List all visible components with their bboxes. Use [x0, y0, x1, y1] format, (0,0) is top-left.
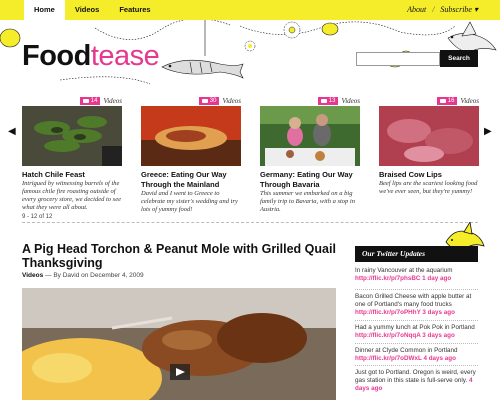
card-description: David and I went to Greece to celebrate … — [141, 190, 238, 213]
bird-icon — [447, 21, 497, 53]
tweet-text: Dinner at Clyde Common in Portland — [355, 347, 458, 354]
tweet-text: Just got to Portland. Oregon is weird, e… — [355, 369, 476, 384]
tweet-divider — [355, 365, 478, 366]
search-input[interactable] — [356, 52, 440, 66]
site-logo[interactable]: Foodtease — [22, 40, 160, 72]
comment-bubble-icon — [82, 98, 89, 103]
card-category[interactable]: Videos — [103, 97, 122, 105]
tweet-link[interactable]: http://flic.kr/p/7phsBC 1 day ago — [355, 275, 451, 282]
card-thumbnail[interactable] — [22, 106, 122, 166]
card-title[interactable]: Hatch Chile Feast — [22, 170, 122, 180]
article-hero-video[interactable] — [22, 288, 336, 400]
nav-home[interactable]: Home — [24, 0, 65, 20]
logo-part-food: Food — [22, 40, 91, 72]
top-bar: Home Videos Features About / Subscribe ▾ — [0, 0, 500, 20]
comment-count-badge[interactable]: 14 — [79, 96, 101, 105]
comment-count-badge[interactable]: 13 — [317, 96, 339, 105]
video-play-icon — [170, 364, 190, 380]
comment-count: 13 — [328, 97, 336, 104]
tweet-link[interactable]: http://flic.kr/p/7oPHhY 3 days ago — [355, 309, 455, 316]
card-thumbnail[interactable] — [141, 106, 241, 166]
article-byline: Videos — By David on December 4, 2009 — [22, 272, 144, 279]
article-byline-text: — By David on December 4, 2009 — [43, 272, 144, 279]
nav-videos[interactable]: Videos — [65, 0, 109, 20]
card-category[interactable]: Videos — [222, 97, 241, 105]
tweet-text: In rainy Vancouver at the aquarium — [355, 267, 453, 274]
card-meta: 14 Videos — [79, 96, 122, 105]
tweet-divider — [355, 343, 478, 344]
article-title[interactable]: A Pig Head Torchon & Peanut Mole with Gr… — [22, 242, 342, 270]
fish-icon — [161, 59, 244, 79]
comment-count: 14 — [90, 97, 98, 104]
section-divider — [22, 222, 478, 223]
card-meta: 13 Videos — [317, 96, 360, 105]
subscribe-link[interactable]: Subscribe ▾ — [440, 0, 478, 20]
tweet-divider — [355, 289, 478, 290]
top-links: About / Subscribe ▾ — [407, 0, 478, 20]
tweet-text: Had a yummy lunch at Pok Pok in Portland — [355, 324, 475, 331]
card-title[interactable]: Braised Cow Lips — [379, 170, 479, 180]
logo-part-tease: tease — [90, 40, 160, 72]
card-description: Beef lips are the scariest looking food … — [379, 180, 478, 195]
about-link[interactable]: About — [407, 0, 426, 20]
comment-bubble-icon — [320, 98, 327, 103]
top-link-separator: / — [432, 5, 435, 14]
card-meta: 30 Videos — [198, 96, 241, 105]
main-nav: Home Videos Features — [24, 0, 161, 20]
card-category[interactable]: Videos — [460, 97, 479, 105]
card-thumbnail[interactable] — [379, 106, 479, 166]
card-title[interactable]: Greece: Eating Our Way Through the Mainl… — [141, 170, 241, 189]
tweet-divider — [355, 320, 478, 321]
tweet-item: In rainy Vancouver at the aquarium http:… — [355, 267, 480, 283]
search-button[interactable]: Search — [440, 50, 478, 67]
card-thumbnail[interactable] — [260, 106, 360, 166]
card-category[interactable]: Videos — [341, 97, 360, 105]
article-category[interactable]: Videos — [22, 272, 43, 279]
carousel-counter: 9 - 12 of 12 — [22, 214, 53, 220]
card-meta: 16 Videos — [436, 96, 479, 105]
nav-features[interactable]: Features — [109, 0, 160, 20]
tweet-text: Bacon Grilled Cheese with apple butter a… — [355, 293, 472, 308]
tweet-item: Had a yummy lunch at Pok Pok in Portland… — [355, 324, 480, 340]
carousel-prev-arrow-icon[interactable]: ◀ — [8, 126, 16, 137]
tweet-item: Just got to Portland. Oregon is weird, e… — [355, 369, 480, 393]
card-description: This summer we embarked on a big family … — [260, 190, 355, 213]
comment-bubble-icon — [201, 98, 208, 103]
flower-icon — [244, 21, 301, 52]
comment-count: 16 — [447, 97, 455, 104]
tweet-item: Dinner at Clyde Common in Portland http:… — [355, 347, 480, 363]
comment-count-badge[interactable]: 16 — [436, 96, 458, 105]
comment-bubble-icon — [439, 98, 446, 103]
card-description: Intrigued by witnessing barrels of the f… — [22, 180, 121, 211]
twitter-heading: Our Twitter Updates — [355, 246, 478, 262]
comment-count-badge[interactable]: 30 — [198, 96, 220, 105]
card-title[interactable]: Germany: Eating Our Way Through Bavaria — [260, 170, 360, 189]
tweet-link[interactable]: http://flic.kr/p/7oNqqA 3 days ago — [355, 332, 455, 339]
tweet-item: Bacon Grilled Cheese with apple butter a… — [355, 293, 480, 317]
comment-count: 30 — [209, 97, 217, 104]
tweet-link[interactable]: http://flic.kr/p/7oDWxL 4 days ago — [355, 355, 456, 362]
carousel-next-arrow-icon[interactable]: ▶ — [484, 126, 492, 137]
